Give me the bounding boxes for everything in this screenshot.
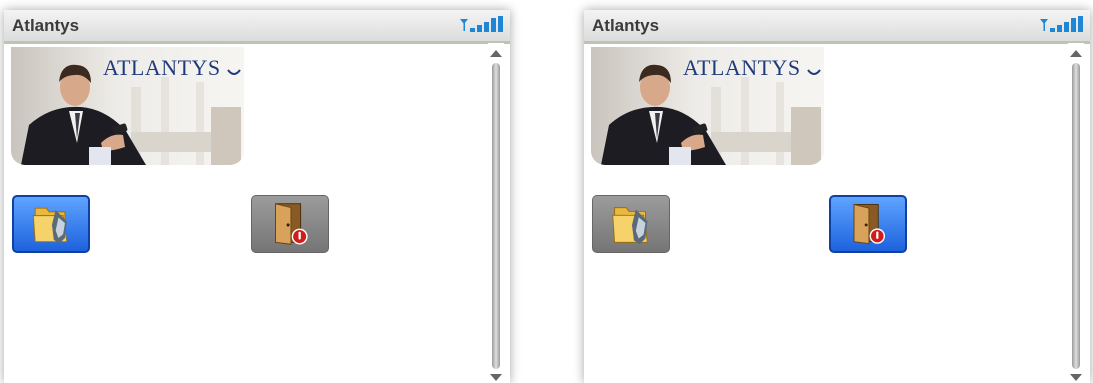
exit-app-button[interactable] bbox=[829, 195, 907, 253]
scroll-down-icon[interactable] bbox=[1070, 374, 1082, 381]
logo-swoosh-icon bbox=[807, 69, 821, 75]
title-bar: Atlantys bbox=[584, 10, 1090, 44]
scrollbar-thumb[interactable] bbox=[1072, 63, 1080, 369]
exit-app-button[interactable] bbox=[251, 195, 329, 253]
signal-strength-icon bbox=[460, 16, 503, 32]
folder-icon bbox=[32, 207, 68, 244]
vertical-scrollbar[interactable] bbox=[1068, 43, 1084, 383]
title-bar: Atlantys bbox=[4, 10, 510, 44]
banner-image: ATLANTYS bbox=[591, 47, 824, 165]
scroll-up-icon[interactable] bbox=[490, 50, 502, 57]
exit-door-icon bbox=[275, 203, 308, 245]
signal-strength-icon bbox=[1040, 16, 1083, 32]
brand-logo: ATLANTYS bbox=[103, 55, 221, 80]
scrollbar-thumb[interactable] bbox=[492, 63, 500, 369]
device-screen-left: Atlantys ATLANTYS bbox=[4, 10, 510, 383]
scroll-down-icon[interactable] bbox=[490, 374, 502, 381]
brand-logo: ATLANTYS bbox=[683, 55, 801, 80]
vertical-scrollbar[interactable] bbox=[488, 43, 504, 383]
banner-image: ATLANTYS bbox=[11, 47, 244, 165]
folder-icon bbox=[612, 207, 648, 245]
app-title: Atlantys bbox=[12, 16, 80, 35]
logo-swoosh-icon bbox=[227, 69, 241, 75]
folder-app-button[interactable] bbox=[12, 195, 90, 253]
exit-door-icon bbox=[853, 203, 885, 245]
app-title: Atlantys bbox=[592, 16, 660, 35]
folder-app-button[interactable] bbox=[592, 195, 670, 253]
scroll-up-icon[interactable] bbox=[1070, 50, 1082, 57]
device-screen-right: Atlantys ATLANTYS bbox=[584, 10, 1090, 383]
